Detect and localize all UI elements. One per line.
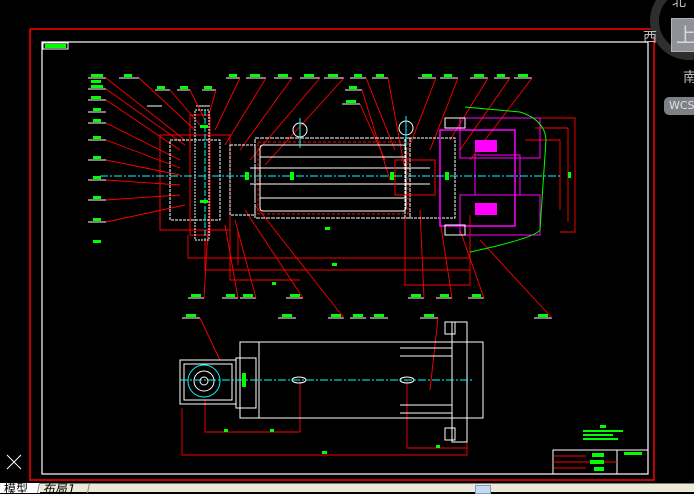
viewcube-south[interactable]: 南 <box>683 67 694 87</box>
ucs-icon <box>4 452 24 476</box>
sheet-border-red <box>29 28 655 481</box>
title-block <box>552 425 649 475</box>
horizontal-scrollbar-button[interactable] <box>475 485 491 494</box>
viewcube-west[interactable]: 西 <box>643 27 657 47</box>
side-view <box>179 321 484 443</box>
drawing-canvas[interactable] <box>0 0 694 483</box>
wcs-menu-button[interactable]: WCS <box>664 97 694 115</box>
viewcube-top-face[interactable]: 上 <box>671 18 694 52</box>
tab-model[interactable]: 模型 <box>0 483 40 493</box>
viewcube-north[interactable]: 北 <box>672 0 686 11</box>
section-view <box>100 106 560 253</box>
tab-layout1[interactable]: 布局1 <box>36 483 91 493</box>
cad-drawing <box>29 28 655 481</box>
